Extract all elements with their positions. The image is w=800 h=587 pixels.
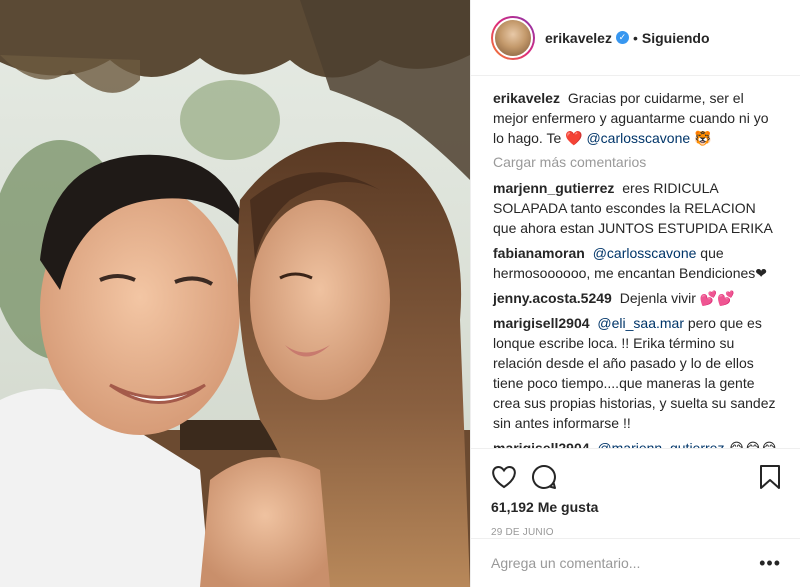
bookmark-icon[interactable] xyxy=(741,457,781,497)
comment-item: marigisell2904 @eli_saa.mar pero que es … xyxy=(493,313,780,433)
caption-mention[interactable]: @carlosscavone xyxy=(586,130,690,146)
comment-item: marigisell2904 @marjenn_gutierrez 😂😂😂😂😂e… xyxy=(493,438,780,448)
comment-username[interactable]: marigisell2904 xyxy=(493,315,590,331)
verified-badge-icon: ✓ xyxy=(615,31,629,44)
heart-icon[interactable] xyxy=(491,457,531,497)
more-options-icon[interactable]: ••• xyxy=(759,553,781,574)
comment-mention[interactable]: @marjenn_gutierrez xyxy=(597,440,724,448)
comment-icon[interactable] xyxy=(531,457,571,497)
comment-item: marjenn_gutierrez eres RIDICULA SOLAPADA… xyxy=(493,178,780,238)
comment-text: Dejenla vivir 💕💕 xyxy=(619,290,735,306)
action-icons xyxy=(491,457,781,497)
post-header: erikavelez ✓ • Siguiendo xyxy=(471,0,800,76)
comments-list: erikavelez Gracias por cuidarme, ser el … xyxy=(471,76,800,448)
comment-username[interactable]: marjenn_gutierrez xyxy=(493,180,614,196)
caption-username[interactable]: erikavelez xyxy=(493,90,560,106)
comment-item: fabianamoran @carlosscavone que hermosoo… xyxy=(493,243,780,283)
comment-text: pero que es lonque escribe loca. !! Erik… xyxy=(493,315,776,431)
caption-emoji: 🐯 xyxy=(694,130,712,146)
comment-item: jenny.acosta.5249 Dejenla vivir 💕💕 xyxy=(493,288,780,308)
comment-username[interactable]: jenny.acosta.5249 xyxy=(493,290,612,306)
following-button[interactable]: Siguiendo xyxy=(642,30,710,46)
comment-mention[interactable]: @carlosscavone xyxy=(593,245,697,261)
post-sidebar: erikavelez ✓ • Siguiendo erikavelez Grac… xyxy=(470,0,800,587)
caption: erikavelez Gracias por cuidarme, ser el … xyxy=(493,88,780,148)
separator-dot: • xyxy=(632,29,638,46)
comment-input[interactable] xyxy=(491,555,760,571)
add-comment-bar: ••• xyxy=(471,538,800,587)
selfie-photo xyxy=(0,0,470,587)
load-more-comments[interactable]: Cargar más comentarios xyxy=(493,154,780,170)
post-date[interactable]: 29 DE JUNIO xyxy=(491,527,781,538)
caption-heart-emoji: ❤️ xyxy=(565,130,583,146)
comment-mention[interactable]: @eli_saa.mar xyxy=(597,315,684,331)
likes-count[interactable]: 61,192 Me gusta xyxy=(491,499,781,515)
post-photo[interactable] xyxy=(0,0,470,587)
comment-username[interactable]: marigisell2904 xyxy=(493,440,590,448)
post-actions: 61,192 Me gusta 29 DE JUNIO xyxy=(471,448,800,538)
username-link[interactable]: erikavelez xyxy=(545,30,612,46)
avatar[interactable] xyxy=(491,15,535,60)
comment-username[interactable]: fabianamoran xyxy=(493,245,585,261)
